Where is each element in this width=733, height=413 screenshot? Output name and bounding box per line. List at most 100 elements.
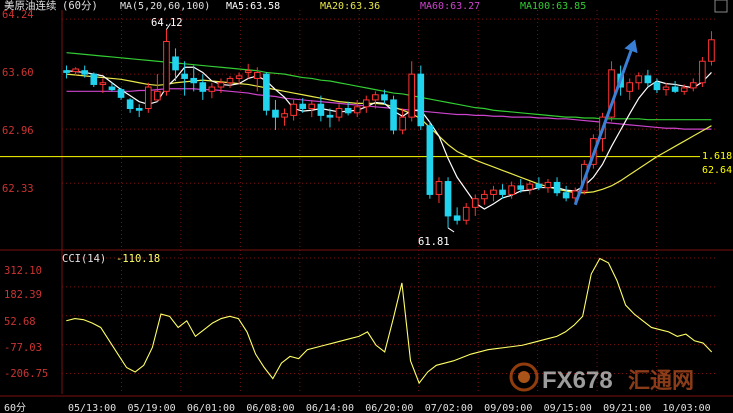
cci-title: CCI(14): [62, 253, 106, 265]
candle-up: [144, 86, 152, 110]
candle-down: [499, 189, 506, 195]
candle-down: [90, 73, 98, 85]
candle-down: [517, 185, 525, 190]
high-label: 64.12: [151, 17, 183, 29]
cci-line: [66, 257, 713, 385]
candle-up: [508, 185, 515, 195]
candle-up: [408, 73, 416, 118]
ma100-value: MA100:63.85: [520, 1, 586, 12]
level-value: 1.618: [702, 151, 732, 162]
candle-down: [326, 114, 334, 118]
cci-value: -110.18: [116, 253, 160, 265]
time-tick: 09/15:00: [544, 403, 592, 413]
candle-up: [353, 106, 361, 114]
candle-down: [190, 77, 198, 84]
candle-up: [708, 39, 715, 62]
candle-down: [381, 94, 388, 101]
candle-up: [308, 103, 316, 110]
candle-down: [653, 82, 661, 91]
candle-down: [199, 82, 207, 92]
candle-up: [635, 75, 643, 84]
candle-up: [335, 108, 343, 118]
candle-down: [671, 86, 679, 92]
cci-panel: [66, 257, 713, 385]
candle-down: [81, 70, 89, 75]
ma60-value: MA60:63.27: [420, 1, 480, 12]
candle-up: [208, 86, 216, 92]
candle-down: [126, 99, 134, 110]
candle-up: [544, 181, 552, 189]
candle-up: [399, 116, 406, 131]
candle-up: [72, 68, 79, 73]
price-tick-2: 63.60: [2, 67, 34, 79]
time-tick: 09/09:00: [484, 403, 532, 413]
fx678-watermark: FX678 汇通网: [509, 362, 694, 394]
price-tick-3: 62.96: [2, 125, 34, 137]
candle-down: [108, 86, 116, 91]
candle-up: [362, 99, 370, 108]
time-tick: 10/03:00: [663, 403, 711, 413]
cci-tick-1: 312.10: [4, 265, 42, 277]
candle-down: [299, 103, 307, 110]
candle-down: [135, 108, 143, 111]
candle-up: [626, 82, 634, 92]
candle-up: [154, 90, 161, 101]
time-axis: 05/13:00 05/19:00 06/01:00 06/08:00 06/14:00…: [68, 403, 711, 413]
time-tick: 06/01:00: [187, 403, 235, 413]
time-tick: 06/08:00: [246, 403, 294, 413]
candle-up: [699, 60, 706, 84]
candle-down: [426, 125, 434, 195]
period-label: 60分: [4, 402, 26, 413]
candle-up: [244, 70, 252, 73]
time-tick: 05/13:00: [68, 403, 116, 413]
ma20-value: MA20:63.36: [320, 1, 380, 12]
ma-params: MA(5,20,60,100): [120, 1, 210, 12]
time-tick: 06/14:00: [306, 403, 354, 413]
ma5-value: MA5:63.58: [226, 1, 280, 12]
candle-down: [172, 56, 179, 71]
candle-up: [435, 181, 443, 195]
candle-down: [181, 73, 188, 79]
candle-up: [217, 82, 225, 88]
candles: [63, 23, 715, 233]
low-marker: [447, 227, 455, 233]
time-tick: 09/21:00: [603, 403, 651, 413]
candle-up: [689, 82, 697, 89]
period-title: (60分): [62, 0, 98, 12]
cci-tick-3: 52.68: [4, 316, 36, 328]
candle-up: [471, 198, 479, 208]
candle-up: [462, 206, 470, 221]
fx678-logo-dot: [518, 371, 530, 383]
cci-tick-2: 182.39: [4, 289, 42, 301]
candle-up: [163, 40, 170, 92]
candle-up: [490, 189, 497, 195]
candle-up: [680, 87, 688, 92]
candle-down: [417, 73, 425, 127]
candle-down: [553, 181, 561, 194]
candle-up: [226, 77, 234, 84]
window-restore-icon[interactable]: [714, 0, 728, 13]
price-tick-1: 64.24: [2, 9, 34, 21]
cci-tick-5: -206.75: [4, 368, 48, 380]
candle-up: [290, 103, 297, 116]
candle-up: [372, 94, 379, 101]
candle-up: [281, 113, 288, 118]
candle-down: [63, 70, 70, 73]
cci-tick-4: -77.03: [4, 342, 42, 354]
candle-down: [562, 192, 570, 199]
time-tick: 07/02:00: [425, 403, 473, 413]
level-price: 62.64: [702, 165, 732, 176]
watermark-brand: FX678: [542, 367, 613, 394]
grid: [0, 10, 733, 397]
candle-up: [235, 75, 243, 79]
candle-down: [390, 99, 397, 131]
candle-down: [644, 75, 652, 84]
low-label: 61.81: [418, 236, 450, 248]
candle-down: [344, 108, 352, 114]
candle-down: [535, 183, 543, 189]
time-tick: 05/19:00: [127, 403, 175, 413]
chart-canvas: 美原油连续 (60分) MA(5,20,60,100) MA5:63.58 MA…: [0, 0, 733, 413]
candle-down: [444, 181, 452, 217]
candle-up: [253, 71, 261, 79]
time-tick: 06/20:00: [365, 403, 413, 413]
